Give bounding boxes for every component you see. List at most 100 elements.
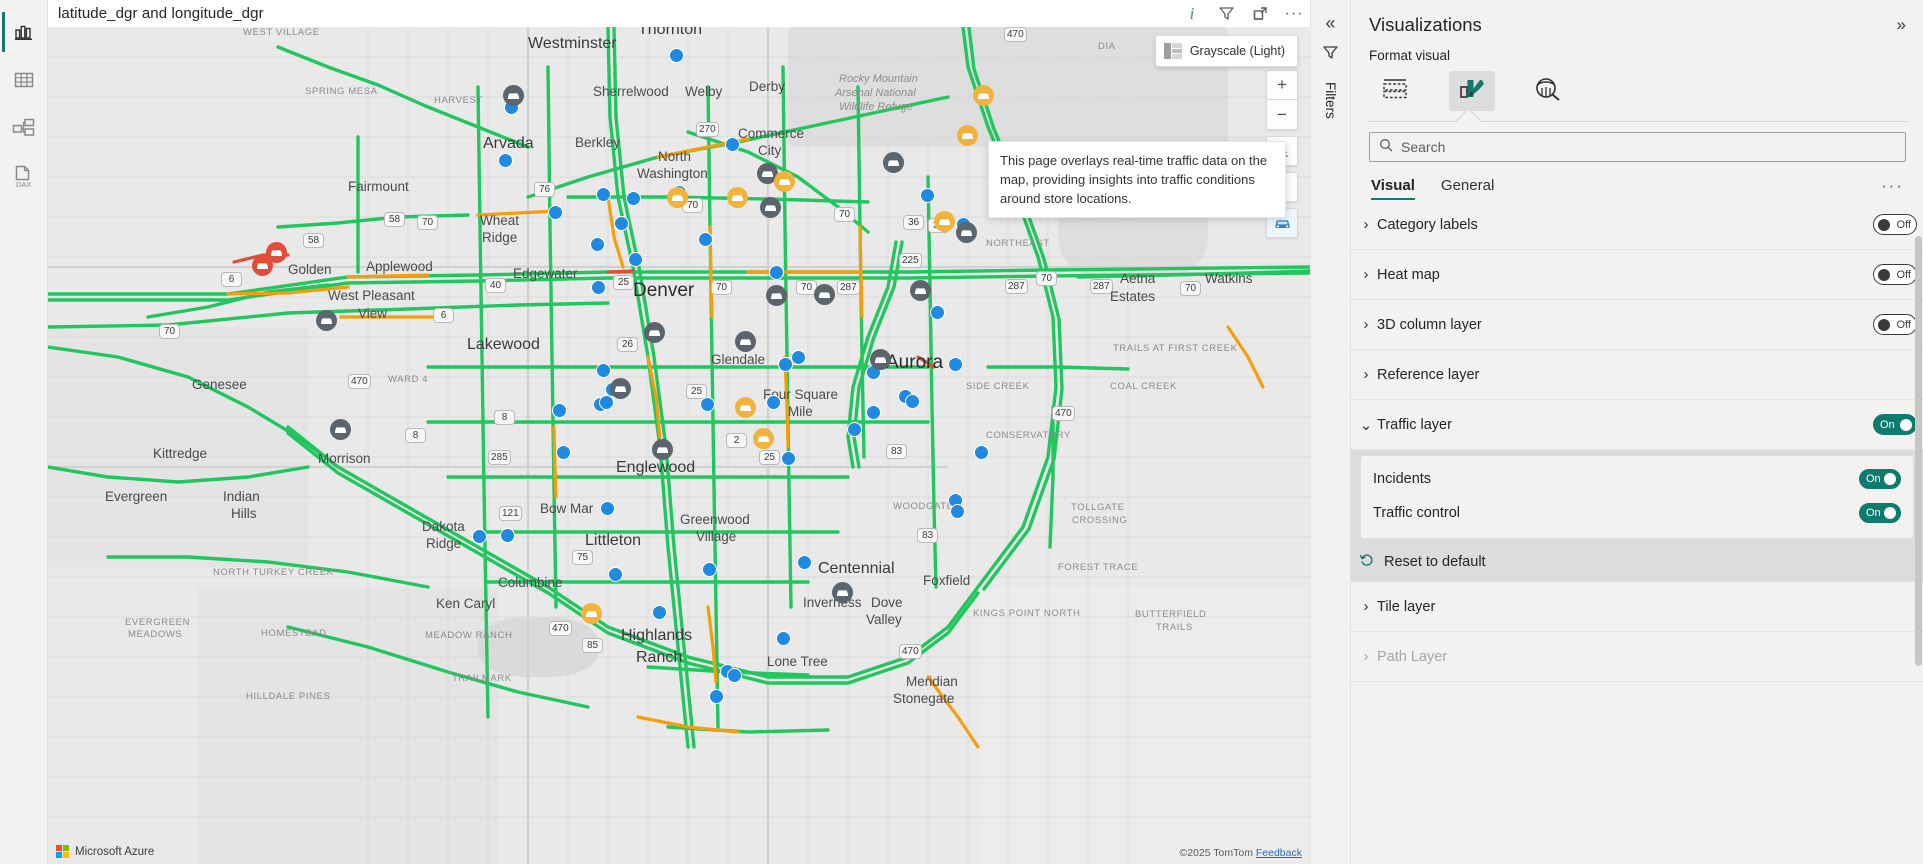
toggle-switch[interactable]: Off [1873,264,1917,285]
traffic-incident-pin[interactable] [667,187,688,208]
collapse-pane-icon[interactable]: » [1897,15,1906,35]
pane-scrollbar-thumb[interactable] [1915,236,1922,666]
sidebar-item-report-view[interactable] [1,8,46,56]
store-location-bubble[interactable] [652,605,667,620]
reset-to-default-button[interactable]: Reset to default [1351,542,1923,582]
format-section-reference-layer[interactable]: › Reference layer [1351,350,1923,400]
store-location-bubble[interactable] [948,357,963,372]
sidebar-item-dax-query-view[interactable]: DAX [2,152,46,200]
store-location-bubble[interactable] [498,153,513,168]
store-location-bubble[interactable] [548,205,563,220]
traffic-incident-pin[interactable] [883,152,904,173]
zoom-out-button[interactable]: − [1266,100,1298,130]
store-location-bubble[interactable] [552,403,567,418]
store-location-bubble[interactable] [781,451,796,466]
basemap-style-picker[interactable]: Grayscale (Light) [1154,35,1298,67]
store-location-bubble[interactable] [866,405,881,420]
traffic-incident-pin[interactable] [735,331,756,352]
store-location-bubble[interactable] [776,631,791,646]
store-location-bubble[interactable] [590,237,605,252]
format-section-category-labels[interactable]: › Category labels Off [1351,200,1923,250]
store-location-bubble[interactable] [628,252,643,267]
traffic-incident-pin[interactable] [727,187,748,208]
filters-expand-icon[interactable]: « [1325,14,1335,32]
traffic-incident-pin[interactable] [644,322,665,343]
format-option-traffic-control[interactable]: Traffic control On [1373,496,1901,530]
store-location-bubble[interactable] [596,363,611,378]
format-section-tile-layer[interactable]: › Tile layer [1351,582,1923,632]
store-location-bubble[interactable] [797,555,812,570]
traffic-incident-pin[interactable] [252,255,273,276]
toggle-switch[interactable]: Off [1873,214,1917,235]
store-location-bubble[interactable] [700,397,715,412]
traffic-incident-pin[interactable] [910,280,931,301]
store-location-bubble[interactable] [791,350,806,365]
tab-visual[interactable]: Visual [1371,177,1415,200]
info-icon[interactable]: i [1182,4,1202,24]
store-location-bubble[interactable] [556,445,571,460]
traffic-incident-pin[interactable] [832,582,853,603]
azure-map[interactable]: 4702707670705870583636225640257070287287… [48,27,1310,864]
store-location-bubble[interactable] [930,305,945,320]
store-location-bubble[interactable] [769,265,784,280]
store-location-bubble[interactable] [905,394,920,409]
filters-pane-label[interactable]: Filters [1323,82,1338,119]
tab-general[interactable]: General [1441,177,1494,200]
traffic-incident-pin[interactable] [766,285,787,306]
store-location-bubble[interactable] [920,188,935,203]
filter-funnel-icon[interactable] [1216,4,1236,24]
traffic-incident-pin[interactable] [760,197,781,218]
format-section-traffic-layer[interactable]: ⌄ Traffic layer On [1351,400,1923,450]
store-location-bubble[interactable] [698,232,713,247]
zoom-in-button[interactable]: + [1266,70,1298,100]
tab-analytics[interactable] [1525,71,1571,111]
traffic-incident-pin[interactable] [316,310,337,331]
store-location-bubble[interactable] [591,280,606,295]
sidebar-item-model-view[interactable] [2,104,46,152]
store-location-bubble[interactable] [766,395,781,410]
toggle-switch[interactable]: On [1873,414,1917,435]
store-location-bubble[interactable] [702,562,717,577]
format-section-path-layer[interactable]: › Path Layer [1351,632,1923,682]
format-section-heat-map[interactable]: › Heat map Off [1351,250,1923,300]
feedback-link[interactable]: Feedback [1256,847,1302,859]
store-location-bubble[interactable] [626,191,641,206]
store-location-bubble[interactable] [669,48,684,63]
toggle-switch[interactable]: Off [1873,314,1917,335]
store-location-bubble[interactable] [709,689,724,704]
traffic-incident-pin[interactable] [870,349,891,370]
tab-fields[interactable] [1373,71,1419,111]
tab-format[interactable] [1449,71,1495,111]
store-location-bubble[interactable] [500,528,515,543]
traffic-incident-pin[interactable] [753,428,774,449]
pane-scrollbar[interactable] [1914,236,1923,864]
traffic-incident-pin[interactable] [330,419,351,440]
traffic-incident-pin[interactable] [934,211,955,232]
traffic-incident-pin[interactable] [956,222,977,243]
store-location-bubble[interactable] [950,504,965,519]
filter-funnel-icon[interactable] [1322,44,1339,66]
toggle-switch[interactable]: On [1859,469,1901,489]
traffic-incident-pin[interactable] [581,603,602,624]
more-options-icon[interactable]: ··· [1284,4,1304,24]
traffic-incident-pin[interactable] [774,171,795,192]
format-section-3d-column-layer[interactable]: › 3D column layer Off [1351,300,1923,350]
traffic-incident-pin[interactable] [503,85,524,106]
format-option-incidents[interactable]: Incidents On [1373,462,1901,496]
store-location-bubble[interactable] [472,529,487,544]
store-location-bubble[interactable] [600,501,615,516]
store-location-bubble[interactable] [608,567,623,582]
traffic-incident-pin[interactable] [652,439,673,460]
traffic-incident-pin[interactable] [735,397,756,418]
store-location-bubble[interactable] [614,216,629,231]
sidebar-item-table-view[interactable] [2,56,46,104]
search-input-wrapper[interactable] [1369,132,1906,162]
focus-mode-icon[interactable] [1250,4,1270,24]
store-location-bubble[interactable] [596,187,611,202]
traffic-incident-pin[interactable] [957,125,978,146]
store-location-bubble[interactable] [974,445,989,460]
format-more-options-icon[interactable]: ··· [1881,176,1904,200]
traffic-incident-pin[interactable] [610,378,631,399]
toggle-switch[interactable]: On [1859,503,1901,523]
store-location-bubble[interactable] [727,668,742,683]
